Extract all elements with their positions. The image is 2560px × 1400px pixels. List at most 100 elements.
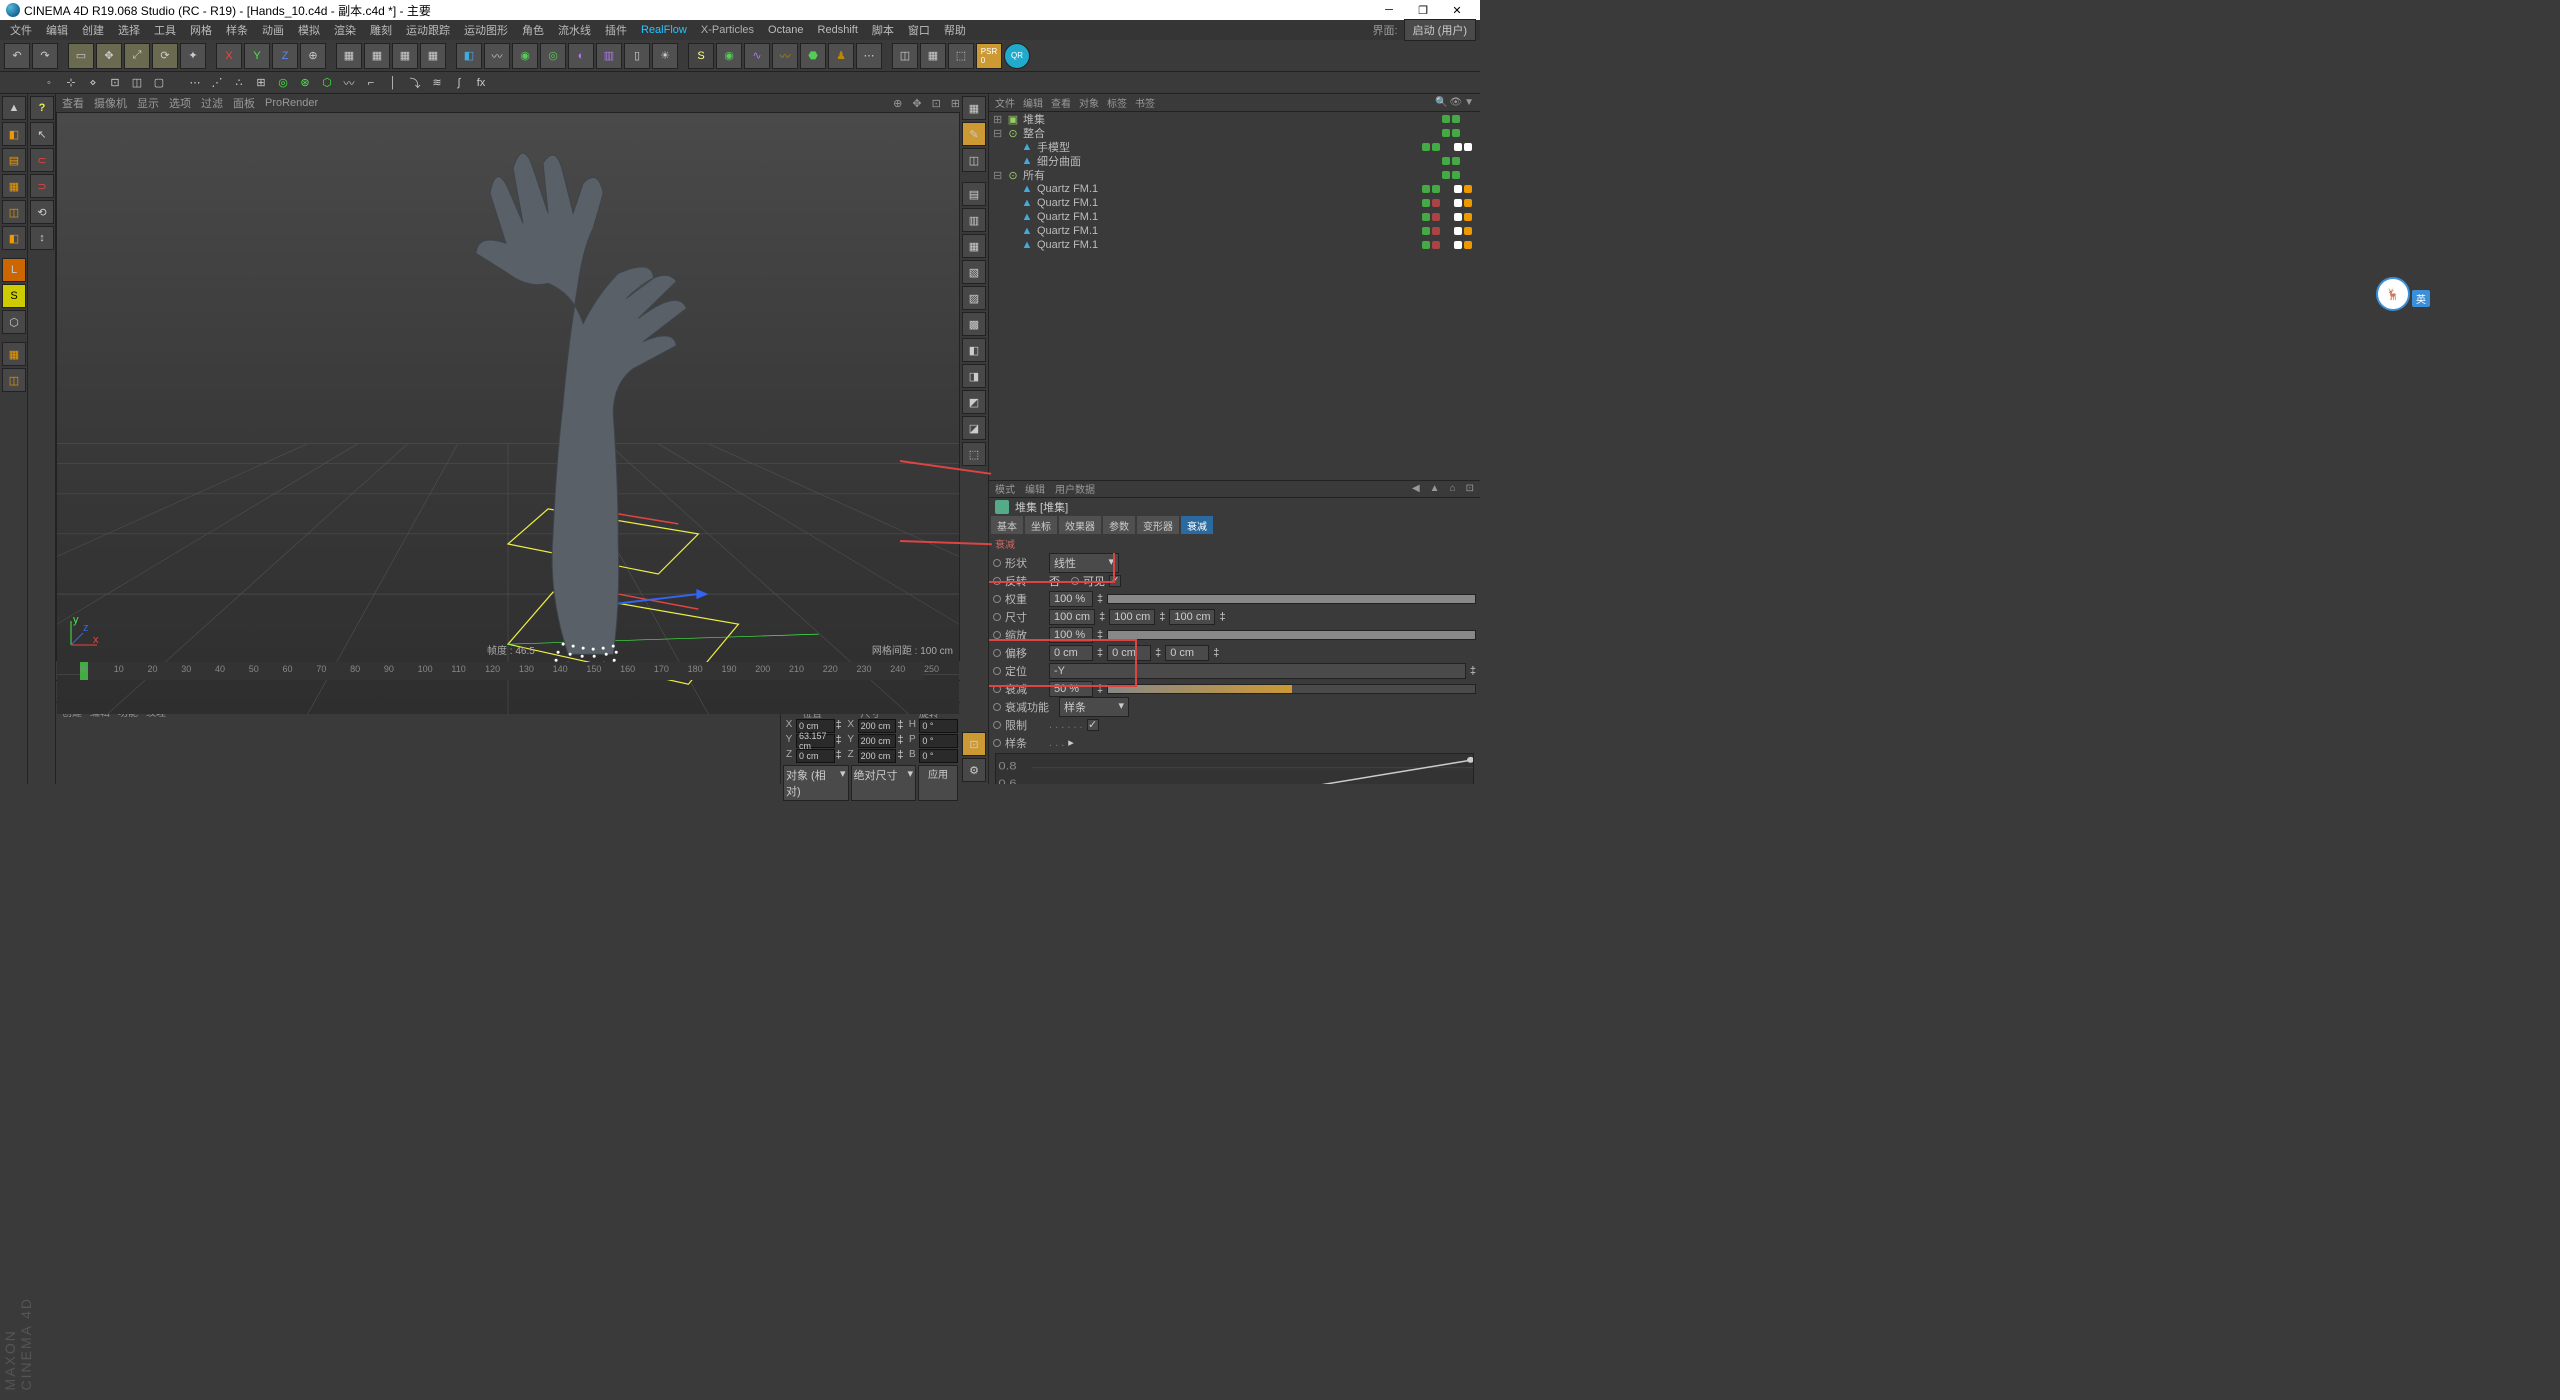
psr-button[interactable]: PSR0 [976,43,1002,69]
func-select[interactable]: 样条▾ [1059,697,1129,717]
vp-nav-icon4[interactable]: ⊞ [951,97,960,110]
close-button[interactable]: ✕ [1440,0,1474,20]
object-row[interactable]: ▲Quartz FM.1 [989,182,1480,196]
objtab-book[interactable]: 书签 [1135,95,1155,110]
generator-primitive[interactable]: ◎ [540,43,566,69]
vp-menu-pro[interactable]: ProRender [265,97,318,109]
rp-5[interactable]: ▥ [962,208,986,232]
menu-file[interactable]: 文件 [4,20,38,40]
weight-input[interactable]: 100 % [1049,591,1093,607]
sec-tool-10[interactable]: ⊞ [252,74,270,92]
clamp-checkbox[interactable]: ✓ [1087,719,1099,731]
menu-script[interactable]: 脚本 [866,20,900,40]
objtab-obj[interactable]: 对象 [1079,95,1099,110]
tool-c[interactable]: ⊃ [30,174,54,198]
vp-menu-cam[interactable]: 摄像机 [94,95,127,111]
menu-help[interactable]: 帮助 [938,20,972,40]
render-ext1[interactable]: ◫ [892,43,918,69]
sec-tool-16[interactable]: │ [384,74,402,92]
camera-obj[interactable]: ▯ [624,43,650,69]
sec-tool-13[interactable]: ⬡ [318,74,336,92]
poly-mode[interactable]: ◧ [2,226,26,250]
object-row[interactable]: ▲Quartz FM.1 [989,238,1480,252]
menu-realflow[interactable]: RealFlow [635,22,693,38]
tool-d[interactable]: ⟲ [30,200,54,224]
tool-e[interactable]: ↕ [30,226,54,250]
rot-p[interactable]: 0 ° [919,734,958,748]
minimize-button[interactable]: ─ [1372,0,1406,20]
atab-basic[interactable]: 基本 [991,516,1023,534]
snap-mode[interactable]: S [2,284,26,308]
hand-tool[interactable]: ⊂ [30,148,54,172]
menu-window[interactable]: 窗口 [902,20,936,40]
size-y[interactable]: 200 cm [858,734,897,748]
model-mode[interactable]: ◧ [2,122,26,146]
atab-deform[interactable]: 变形器 [1137,516,1179,534]
weight-slider[interactable] [1107,594,1476,604]
scale-slider[interactable] [1107,630,1476,640]
rf2-button[interactable]: ⬣ [800,43,826,69]
z-axis-lock[interactable]: Z [272,43,298,69]
rp-11[interactable]: ◨ [962,364,986,388]
rf-button[interactable]: 〰 [772,43,798,69]
render-ext3[interactable]: ⬚ [948,43,974,69]
object-row[interactable]: ⊟⊙所有 [989,168,1480,182]
edge-mode[interactable]: ◫ [2,200,26,224]
sec-tool-17[interactable]: ⤵ [406,74,424,92]
render-settings-button[interactable]: ▦ [420,43,446,69]
object-row[interactable]: ▲手模型 [989,140,1480,154]
texture-mode[interactable]: ▤ [2,148,26,172]
menu-select[interactable]: 选择 [112,20,146,40]
menu-mesh[interactable]: 网格 [184,20,218,40]
redo-button[interactable]: ↷ [32,43,58,69]
workplane[interactable]: ⬡ [2,310,26,334]
pos-y[interactable]: 63.157 cm [796,734,835,748]
scale-tool[interactable]: ⤢ [124,43,150,69]
menu-edit[interactable]: 编辑 [40,20,74,40]
object-row[interactable]: ▲Quartz FM.1 [989,210,1480,224]
menu-mograph[interactable]: 运动图形 [458,20,514,40]
undo-button[interactable]: ↶ [4,43,30,69]
atab-effector[interactable]: 效果器 [1059,516,1101,534]
environment-obj[interactable]: ▥ [596,43,622,69]
spline-primitive[interactable]: 〰 [484,43,510,69]
viewport[interactable]: 透视视图 [56,112,960,660]
maximize-button[interactable]: ❐ [1406,0,1440,20]
coord-mode-select[interactable]: 对象 (相对)▾ [783,765,849,801]
eye-icon[interactable]: 👁 [1449,97,1462,108]
sec-tool-9[interactable]: ∴ [230,74,248,92]
sec-tool-20[interactable]: fx [472,74,490,92]
menu-xparticles[interactable]: X-Particles [695,22,760,38]
rp-4[interactable]: ▤ [962,182,986,206]
vp-menu-disp[interactable]: 显示 [137,95,159,111]
size-z[interactable]: 100 cm [1169,609,1215,625]
select-tool[interactable]: ▭ [68,43,94,69]
menu-create[interactable]: 创建 [76,20,110,40]
ime-badge[interactable]: 🦌 [2376,277,2410,311]
sec-tool-1[interactable]: ◦ [40,74,58,92]
rp-gear[interactable]: ⚙ [962,758,986,782]
attr-edit[interactable]: 编辑 [1025,481,1045,496]
objtab-edit[interactable]: 编辑 [1023,95,1043,110]
xp3-button[interactable]: ∿ [744,43,770,69]
axis-mode[interactable]: L [2,258,26,282]
sec-tool-4[interactable]: ⊡ [106,74,124,92]
menu-octane[interactable]: Octane [762,22,809,38]
vp-menu-filt[interactable]: 过滤 [201,95,223,111]
object-row[interactable]: ⊞▣堆集 [989,112,1480,126]
rp-13[interactable]: ◪ [962,416,986,440]
menu-tools[interactable]: 工具 [148,20,182,40]
falloff-graph[interactable]: 0.8 0.6 0.4 0.2 0.00.3 0.50.75 1.0 [995,753,1474,785]
size-x[interactable]: 100 cm [1049,609,1095,625]
render-ext2[interactable]: ▦ [920,43,946,69]
falloff-input[interactable]: 50 % [1049,681,1093,697]
move-tool[interactable]: ✥ [96,43,122,69]
vp-nav-icon3[interactable]: ⊡ [932,97,941,110]
world-axis[interactable]: ⊕ [300,43,326,69]
layout-dropdown[interactable]: 启动 (用户) [1404,19,1476,41]
rot-h[interactable]: 0 ° [919,719,958,733]
menu-redshift[interactable]: Redshift [812,22,864,38]
sec-tool-18[interactable]: ≋ [428,74,446,92]
menu-anim[interactable]: 动画 [256,20,290,40]
editable-icon[interactable]: ▲ [2,96,26,120]
